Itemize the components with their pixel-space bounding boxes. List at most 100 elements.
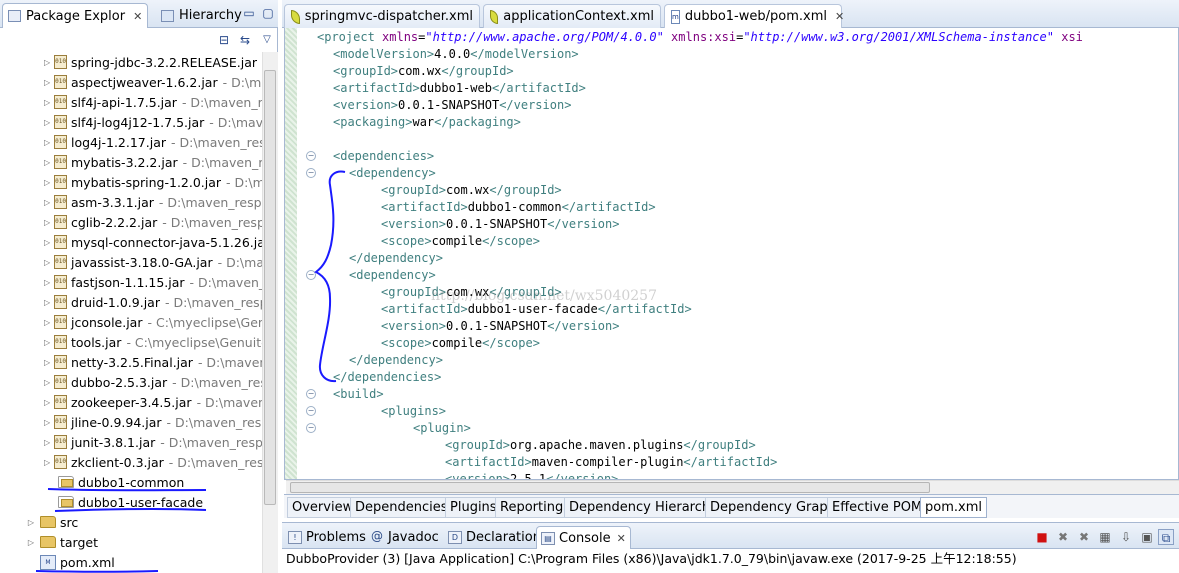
tree-item[interactable]: ▷ 010 netty-3.2.5.Final.jar- D:\maven_ [0,352,262,372]
expand-arrow-icon[interactable]: ▷ [44,178,50,187]
expand-arrow-icon[interactable]: ▷ [44,238,50,247]
tree-item[interactable]: dubbo1-user-facade [0,492,262,512]
tree-item[interactable]: ▷ 010 asm-3.3.1.jar - D:\maven_respo [0,192,262,212]
expand-arrow-icon[interactable]: ▷ [26,538,36,547]
expand-arrow-icon[interactable]: ▷ [44,438,50,447]
tree-item[interactable]: ▷ 010 tools.jar - C:\myeclipse\Genuite [0,332,262,352]
tree-item[interactable]: ▷ target [0,532,262,552]
pom-tab[interactable]: Effective POM [827,497,928,518]
tree-scrollbar-thumb[interactable] [264,70,276,505]
fold-toggle-icon[interactable]: − [306,389,316,399]
expand-arrow-icon[interactable]: ▷ [44,98,50,107]
tree-item[interactable]: ▷ 010 slf4j-api-1.7.5.jar - D:\maven_re [0,92,262,112]
expand-arrow-icon[interactable]: ▷ [44,118,50,127]
tree-item[interactable]: ▷ 010 aspectjweaver-1.6.2.jar- D:\ma [0,72,262,92]
close-icon[interactable]: ✕ [835,10,844,23]
tree-item[interactable]: ▷ 010 cglib-2.2.2.jar - D:\maven_respo [0,212,262,232]
clear-console-icon[interactable]: ▦ [1097,529,1113,545]
tree-item[interactable]: ▷ 010 druid-1.0.9.jar - D:\maven_resp [0,292,262,312]
tree-item-path: - D:\maven_res [172,374,262,390]
code-token: </artifactId> [561,200,656,214]
tree-item[interactable]: dubbo1-common [0,472,262,492]
collapse-all-icon[interactable]: ⊟ [216,32,232,48]
fold-toggle-icon[interactable]: − [306,406,316,416]
console-output[interactable]: DubboProvider (3) [Java Application] C:\… [282,549,1179,573]
expand-arrow-icon[interactable]: ▷ [44,398,50,407]
code-area[interactable]: <project xmlns="http://www.apache.org/PO… [285,28,1178,479]
expand-arrow-icon[interactable]: ▷ [44,338,50,347]
maximize-icon[interactable]: ▢ [260,5,276,21]
tree-item[interactable]: ▷ 010 dubbo-2.5.3.jar - D:\maven_res [0,372,262,392]
tab-problems[interactable]: ! Problems [284,526,370,549]
expand-arrow-icon[interactable]: ▷ [44,278,50,287]
terminate-icon[interactable]: ■ [1034,529,1050,545]
tree-item[interactable]: ▷ 010 junit-3.8.1.jar - D:\maven_respo [0,432,262,452]
display-console-icon[interactable]: ⧉ [1158,529,1174,545]
xml-editor[interactable]: <project xmlns="http://www.apache.org/PO… [284,28,1179,480]
remove-launch-icon[interactable]: ✖ [1055,529,1071,545]
tree-item[interactable]: ▷ 010 jline-0.9.94.jar - D:\maven_resp [0,412,262,432]
expand-arrow-icon[interactable]: ▷ [44,298,50,307]
code-token: compile [431,336,483,350]
fold-toggle-icon[interactable]: − [306,423,316,433]
tab-hierarchy[interactable]: Hierarchy [156,3,247,28]
expand-arrow-icon[interactable]: ▷ [44,458,50,467]
code-token: <groupId> [333,64,399,78]
fold-toggle-icon[interactable]: − [306,151,316,161]
tree-item[interactable]: ▷ 010 javassist-3.18.0-GA.jar- D:\mav [0,252,262,272]
tab-package-explorer[interactable]: Package Explor ✕ [2,3,149,28]
tree-item[interactable]: ▷ src [0,512,262,532]
view-menu-icon[interactable]: ▽ [259,32,275,48]
expand-arrow-icon[interactable]: ▷ [44,158,50,167]
tree-item[interactable]: ▷ 010 mybatis-3.2.2.jar - D:\maven_re [0,152,262,172]
expand-arrow-icon[interactable]: ▷ [26,518,36,527]
tree-item[interactable]: ▷ 010 log4j-1.2.17.jar - D:\maven_resp [0,132,262,152]
pom-tab[interactable]: Plugins [445,497,502,518]
pom-tab[interactable]: Reporting [495,497,569,518]
expand-arrow-icon[interactable]: ▷ [44,318,50,327]
expand-arrow-icon[interactable]: ▷ [44,138,50,147]
remove-all-icon[interactable]: ✖ [1076,529,1092,545]
tree-item[interactable]: ▷ 010 jconsole.jar - C:\myeclipse\Gen [0,312,262,332]
expand-arrow-icon[interactable]: ▷ [44,78,50,87]
tab-javadoc[interactable]: @ Javadoc [366,526,443,549]
expand-arrow-icon[interactable]: ▷ [44,58,50,67]
expand-arrow-icon[interactable]: ▷ [44,418,50,427]
tab-pom-xml[interactable]: m dubbo1-web/pom.xml ✕ [664,4,844,28]
jar-icon: 010 [54,455,67,469]
pom-tab[interactable]: Dependency Graph [705,497,841,518]
tab-declaration[interactable]: D Declaration [444,526,545,549]
tree-item[interactable]: Mpom.xml [0,552,262,572]
pom-tab[interactable]: Overview [287,497,359,518]
pom-tab[interactable]: pom.xml [920,497,987,518]
pom-tab[interactable]: Dependency Hierarchy [564,497,723,518]
tree-item[interactable]: ▷ 010 fastjson-1.1.15.jar- D:\maven_r [0,272,262,292]
tree-item[interactable]: ▷ 010 zookeeper-3.4.5.jar - D:\maven [0,392,262,412]
pom-tab[interactable]: Dependencies [350,497,453,518]
tree-item[interactable]: ▷ 010 zkclient-0.3.jar - D:\maven_resp [0,452,262,472]
close-icon[interactable]: ✕ [617,532,626,545]
minimize-icon[interactable]: ▭ [241,5,257,21]
fold-toggle-icon[interactable]: − [306,168,316,178]
expand-arrow-icon[interactable]: ▷ [44,378,50,387]
tree-item-label: dubbo-2.5.3.jar [71,374,168,390]
expand-arrow-icon[interactable]: ▷ [44,258,50,267]
tree-item[interactable]: ▷ 010 mysql-connector-java-5.1.26.jar [0,232,262,252]
expand-arrow-icon[interactable]: ▷ [44,358,50,367]
code-line: <version>0.0.1-SNAPSHOT</version> [381,216,619,233]
scroll-lock-icon[interactable]: ⇩ [1118,529,1134,545]
close-icon[interactable]: ✕ [133,10,142,23]
tree-item[interactable]: ▷010spring-jdbc-3.2.2.RELEASE.jar- D:\ma [0,52,262,72]
editor-hscrollbar-thumb[interactable] [290,482,930,493]
jar-icon: 010 [54,375,67,389]
tab-applicationcontext[interactable]: applicationContext.xml [483,4,661,28]
expand-arrow-icon[interactable]: ▷ [44,198,50,207]
fold-toggle-icon[interactable]: − [306,270,316,280]
pin-console-icon[interactable]: ▣ [1139,529,1155,545]
link-with-editor-icon[interactable]: ⇆ [237,32,253,48]
tab-console[interactable]: ▤ Console ✕ [536,526,631,549]
expand-arrow-icon[interactable]: ▷ [44,218,50,227]
tree-item[interactable]: ▷ 010 mybatis-spring-1.2.0.jar- D:\ma [0,172,262,192]
tab-springmvc-dispatcher[interactable]: springmvc-dispatcher.xml [284,4,480,28]
tree-item[interactable]: ▷ 010 slf4j-log4j12-1.7.5.jar- D:\mave [0,112,262,132]
